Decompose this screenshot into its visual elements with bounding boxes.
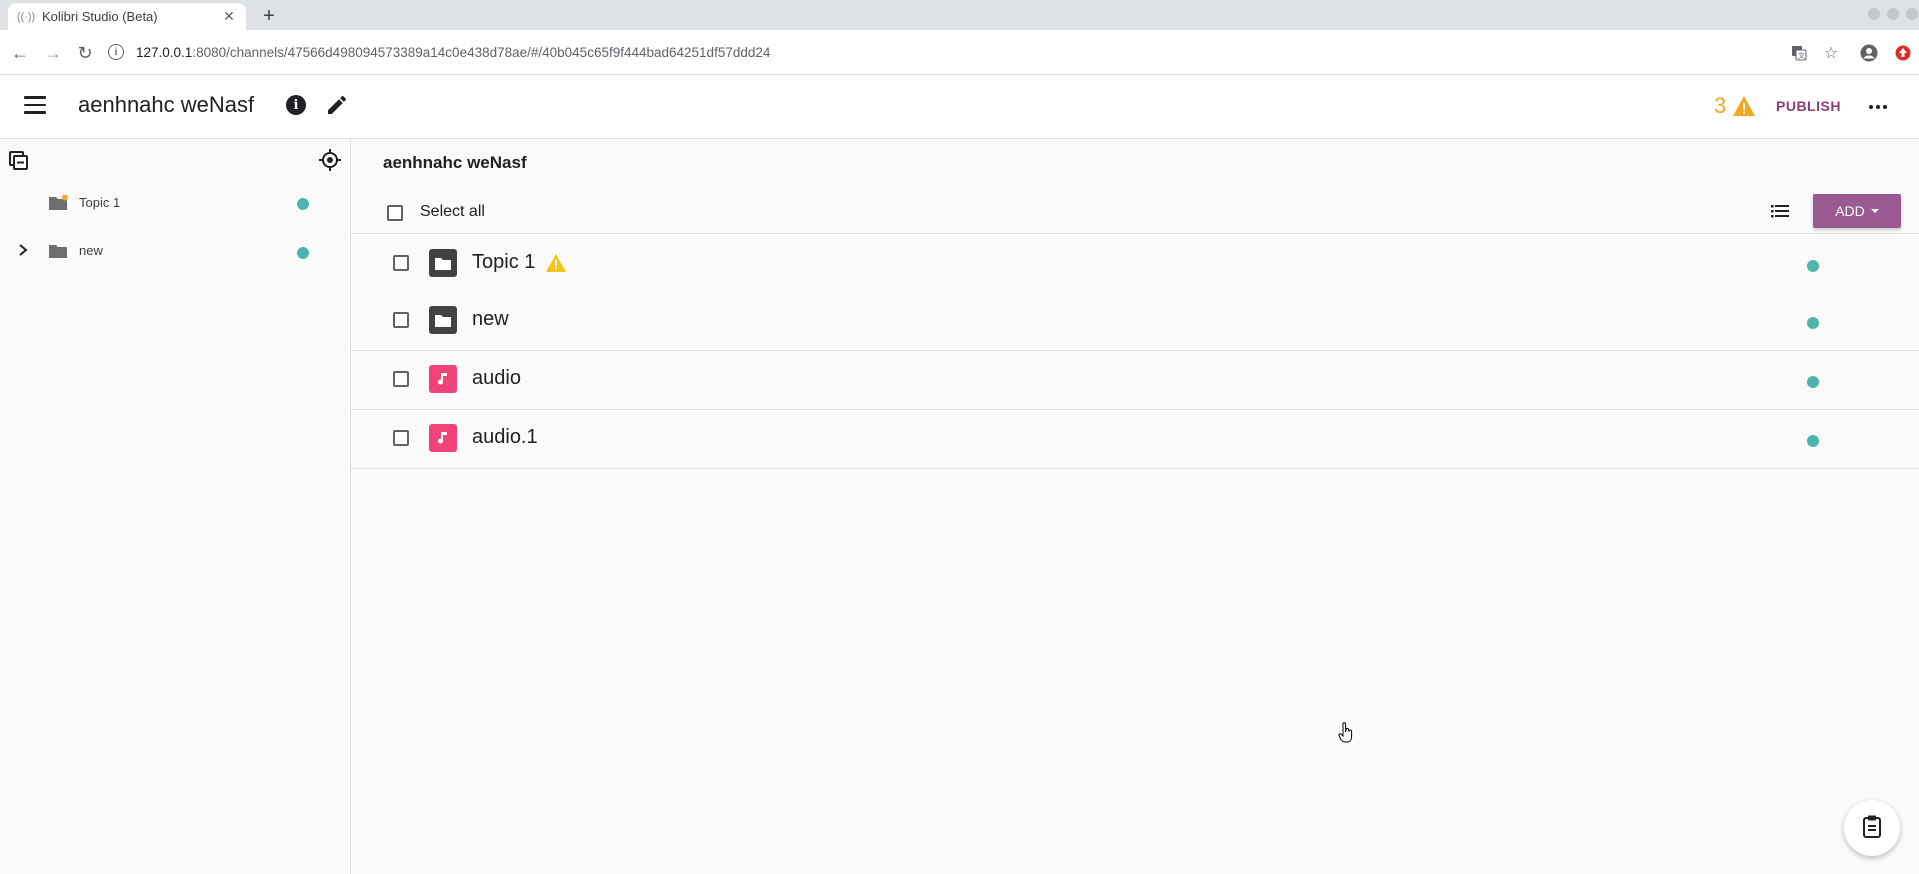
- reload-icon[interactable]: ↻: [74, 42, 96, 64]
- row-title[interactable]: new: [472, 308, 509, 331]
- status-dot: [1807, 376, 1819, 388]
- row-checkbox[interactable]: [393, 255, 409, 271]
- collapse-all-icon[interactable]: [8, 150, 30, 172]
- list-item-audio[interactable]: audio: [351, 351, 1919, 410]
- site-info-icon[interactable]: i: [108, 44, 124, 60]
- address-bar[interactable]: i 127.0.0.1:8080/channels/47566d49809457…: [108, 37, 1788, 67]
- list-item-new[interactable]: new: [351, 292, 1919, 351]
- chevron-right-icon[interactable]: [16, 243, 30, 257]
- add-button-label: ADD: [1835, 203, 1865, 219]
- warning-icon: [545, 253, 567, 273]
- status-dot: [1807, 435, 1819, 447]
- more-options-icon[interactable]: [1866, 95, 1890, 119]
- warning-count[interactable]: 3: [1714, 93, 1726, 119]
- audio-icon: [429, 365, 457, 393]
- tab-title: Kolibri Studio (Beta): [42, 9, 158, 24]
- channel-title: aenhnahc weNasf: [78, 92, 255, 117]
- caret-down-icon: [1870, 209, 1879, 213]
- list-view-icon[interactable]: [1770, 202, 1790, 220]
- select-all-label[interactable]: Select all: [420, 203, 485, 221]
- translate-icon[interactable]: 文: [1789, 43, 1809, 63]
- extension-icon[interactable]: [1893, 43, 1913, 63]
- status-dot: [1807, 317, 1819, 329]
- main-title: aenhnahc weNasf: [383, 153, 527, 172]
- row-checkbox[interactable]: [393, 430, 409, 446]
- tab-favicon-icon: ((·)): [16, 10, 36, 23]
- edit-pencil-icon[interactable]: [325, 93, 349, 117]
- sidebar-item-topic-1[interactable]: Topic 1: [0, 181, 350, 225]
- status-dot: [297, 247, 309, 259]
- list-item-topic-1[interactable]: Topic 1: [351, 233, 1919, 293]
- row-checkbox[interactable]: [393, 312, 409, 328]
- folder-icon: [48, 194, 68, 211]
- row-title[interactable]: audio.1: [472, 426, 538, 449]
- row-title[interactable]: audio: [472, 367, 521, 390]
- status-dot: [1807, 260, 1819, 272]
- topic-folder-icon: [429, 306, 457, 334]
- row-checkbox[interactable]: [393, 371, 409, 387]
- sidebar-item-new[interactable]: new: [0, 229, 350, 273]
- window-maximize-button[interactable]: [1887, 8, 1899, 20]
- profile-icon[interactable]: [1859, 43, 1879, 63]
- sidebar-item-label: new: [79, 243, 103, 258]
- browser-tabstrip: [0, 0, 1919, 30]
- bookmark-star-icon[interactable]: ☆: [1821, 43, 1841, 63]
- svg-text:文: 文: [1798, 51, 1805, 60]
- address-url: 127.0.0.1:8080/channels/47566d4980945733…: [136, 44, 771, 60]
- audio-icon: [429, 424, 457, 452]
- select-all-checkbox[interactable]: [387, 205, 403, 221]
- clipboard-button[interactable]: [1844, 800, 1900, 856]
- locate-icon[interactable]: [318, 148, 342, 172]
- row-title[interactable]: Topic 1: [472, 251, 535, 274]
- hand-cursor-icon: [1338, 722, 1354, 744]
- list-item-audio-1[interactable]: audio.1: [351, 410, 1919, 469]
- forward-icon[interactable]: →: [42, 42, 64, 64]
- back-icon[interactable]: ←: [9, 42, 31, 64]
- topic-folder-icon: [429, 249, 457, 277]
- browser-tab[interactable]: ((·)) Kolibri Studio (Beta) ✕: [8, 3, 246, 30]
- channel-info-icon[interactable]: i: [286, 95, 306, 115]
- publish-button[interactable]: PUBLISH: [1776, 98, 1841, 114]
- clipboard-icon: [1862, 814, 1882, 843]
- tab-close-icon[interactable]: ✕: [220, 8, 238, 26]
- new-tab-button[interactable]: +: [258, 6, 280, 28]
- sidebar-item-label: Topic 1: [79, 195, 121, 210]
- warning-icon[interactable]: [1732, 95, 1756, 117]
- status-dot: [297, 198, 309, 210]
- menu-icon[interactable]: [24, 96, 46, 116]
- folder-icon: [48, 243, 68, 259]
- window-minimize-button[interactable]: [1868, 8, 1880, 20]
- add-button[interactable]: ADD: [1813, 194, 1901, 228]
- window-close-button[interactable]: [1906, 8, 1918, 20]
